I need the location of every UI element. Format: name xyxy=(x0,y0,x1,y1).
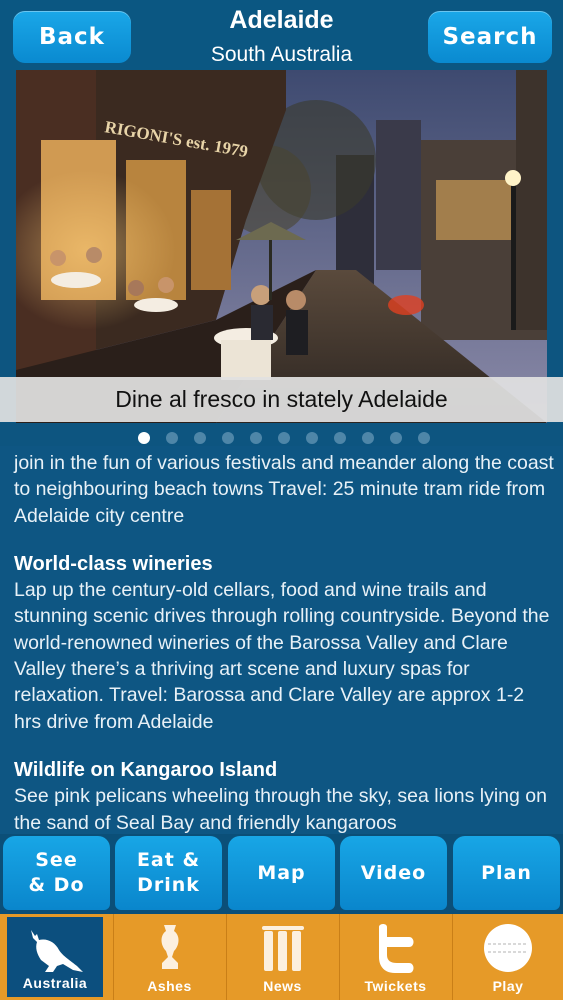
page-indicator[interactable] xyxy=(0,432,563,446)
article-content[interactable]: join in the fun of various festivals and… xyxy=(0,446,563,834)
page-dot[interactable] xyxy=(277,432,290,444)
section-body-wineries: Lap up the century-old cellars, food and… xyxy=(14,579,550,733)
see-and-do-button[interactable]: See & Do xyxy=(3,836,110,910)
video-button[interactable]: Video xyxy=(340,836,447,910)
back-button[interactable]: Back xyxy=(13,11,131,63)
ashes-urn-icon xyxy=(114,920,225,976)
tab-label-play: Play xyxy=(492,978,524,994)
search-button[interactable]: Search xyxy=(428,11,552,63)
header-bar: Back Adelaide South Australia Search xyxy=(0,0,563,70)
cricket-ball-icon xyxy=(453,920,563,976)
tab-label-twickets: Twickets xyxy=(364,978,427,994)
page-subtitle: South Australia xyxy=(210,43,353,66)
street-scene-image: RIGONI'S est. 1979 xyxy=(16,70,547,423)
page-dot[interactable] xyxy=(305,432,318,444)
article-intro-text: join in the fun of various festivals and… xyxy=(14,452,554,527)
tab-twickets[interactable]: Twickets xyxy=(339,914,451,1000)
page-dot[interactable] xyxy=(417,432,430,444)
kangaroo-icon xyxy=(7,923,103,979)
tab-label-australia: Australia xyxy=(22,975,88,991)
page-dot[interactable] xyxy=(137,432,150,444)
map-button[interactable]: Map xyxy=(228,836,335,910)
tab-label-ashes: Ashes xyxy=(147,978,192,994)
section-body-kangaroo-island: See pink pelicans wheeling through the s… xyxy=(14,785,547,834)
photo-caption: Dine al fresco in stately Adelaide xyxy=(0,377,563,422)
tab-australia[interactable]: Australia xyxy=(4,914,106,1000)
page-dot[interactable] xyxy=(221,432,234,444)
page-dot[interactable] xyxy=(193,432,206,444)
page-dot[interactable] xyxy=(249,432,262,444)
tab-news[interactable]: News xyxy=(226,914,338,1000)
section-button-bar: See & Do Eat & Drink Map Video Plan xyxy=(0,834,563,914)
section-heading-kangaroo-island: Wildlife on Kangaroo Island xyxy=(14,758,278,781)
page-title: Adelaide xyxy=(229,6,334,34)
twitter-t-icon xyxy=(340,920,451,976)
tab-label-news: News xyxy=(263,978,302,994)
bottom-tab-bar: Australia Ashes News Twickets Play xyxy=(0,914,563,1000)
page-dot[interactable] xyxy=(361,432,374,444)
tab-play[interactable]: Play xyxy=(452,914,563,1000)
page-dot[interactable] xyxy=(165,432,178,444)
page-dot[interactable] xyxy=(389,432,402,444)
tab-ashes[interactable]: Ashes xyxy=(113,914,225,1000)
eat-and-drink-button[interactable]: Eat & Drink xyxy=(115,836,222,910)
section-heading-wineries: World-class wineries xyxy=(14,552,213,575)
page-dot[interactable] xyxy=(333,432,346,444)
hero-photo[interactable]: RIGONI'S est. 1979 xyxy=(16,70,547,423)
plan-button[interactable]: Plan xyxy=(453,836,560,910)
cricket-stumps-icon xyxy=(227,920,338,976)
